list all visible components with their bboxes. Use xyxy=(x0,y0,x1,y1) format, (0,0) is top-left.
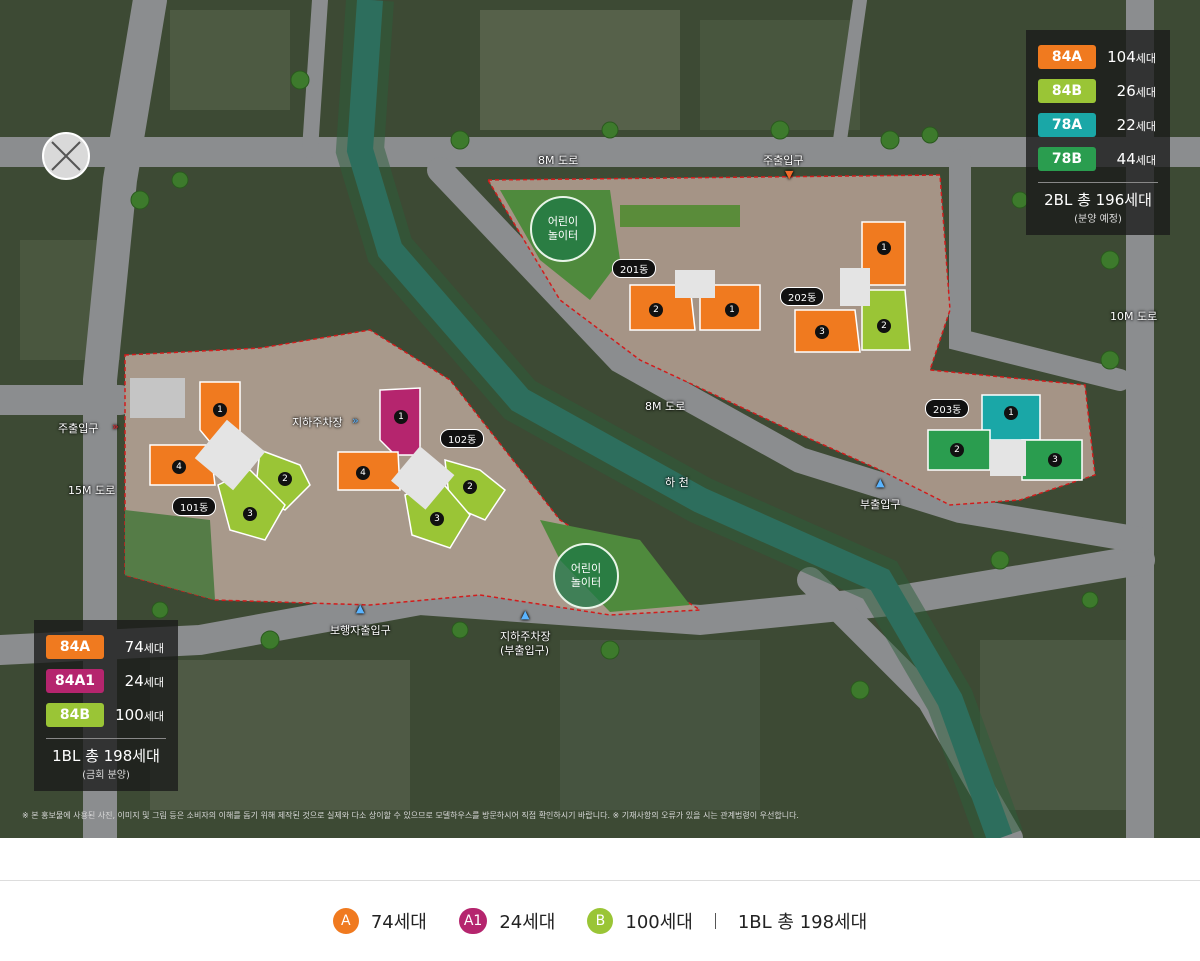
entrance-arrow-right-icon: » xyxy=(112,420,119,433)
legend-row: 78A 22세대 xyxy=(1038,108,1158,142)
unit-count: 24 xyxy=(124,672,144,690)
playground-top-marker: 어린이 놀이터 xyxy=(530,196,596,262)
legend-1bl: 84A 74세대 84A1 24세대 84B 100세대 1BL 총 198세대… xyxy=(34,620,178,791)
summary-total-text: 1BL 총 198세대 xyxy=(737,912,868,933)
unit-number-marker: 1 xyxy=(213,403,227,417)
unit-suffix: 세대 xyxy=(1135,52,1156,65)
unit-summary-bar: A 74세대 A1 24세대 B 100세대 1BL 총 198세대 xyxy=(0,880,1200,961)
summary-total: 1BL 총 198세대 xyxy=(738,908,867,934)
unit-number-marker: 2 xyxy=(278,472,292,486)
legend-row: 84A 104세대 xyxy=(1038,40,1158,74)
unit-count: 100 xyxy=(115,706,144,724)
legend-total-text: 1BL 총 198세대 xyxy=(52,747,160,765)
playground-label-line1: 어린이 xyxy=(570,562,602,575)
main-entrance-left-label: 주출입구 xyxy=(58,422,99,435)
unit-number-marker: 1 xyxy=(725,303,739,317)
unit-number-marker: 2 xyxy=(649,303,663,317)
building-202-label: 202동 xyxy=(780,287,825,306)
unit-number-marker: 3 xyxy=(243,507,257,521)
unit-suffix: 세대 xyxy=(143,710,164,723)
site-plan-drawing xyxy=(0,0,1200,838)
site-plan-map: 8M 도로 8M 도로 10M 도로 15M 도로 하 천 주출입구 ▼ 주출입… xyxy=(0,0,1200,838)
playground-label-line2: 놀이터 xyxy=(547,229,579,242)
unit-number-marker: 4 xyxy=(356,466,370,480)
unit-number-marker: 3 xyxy=(430,512,444,526)
entrance-arrow-up-icon: ▲ xyxy=(876,476,885,489)
unit-type-chip: 84A xyxy=(1038,45,1096,69)
legend-row: 78B 44세대 xyxy=(1038,142,1158,176)
unit-suffix: 세대 xyxy=(1135,154,1156,167)
main-entrance-top-label: 주출입구 xyxy=(763,154,804,167)
unit-number-marker: 1 xyxy=(877,241,891,255)
playground-label-line1: 어린이 xyxy=(547,215,579,228)
unit-number-marker: 1 xyxy=(1004,406,1018,420)
underground-arrow-up-icon: ▲ xyxy=(521,608,530,621)
summary-text: 100세대 xyxy=(625,912,693,933)
legend-row: 84B 26세대 xyxy=(1038,74,1158,108)
unit-number-marker: 2 xyxy=(877,319,891,333)
unit-count: 104 xyxy=(1107,48,1136,66)
legend-total: 2BL 총 196세대 (분양 예정) xyxy=(1038,182,1158,225)
building-203-label: 203동 xyxy=(925,399,970,418)
road-label-8m-mid: 8M 도로 xyxy=(645,400,686,413)
summary-badge: A1 xyxy=(458,908,488,934)
legend-row: 84A1 24세대 xyxy=(46,664,166,698)
legend-total: 1BL 총 198세대 (금회 분양) xyxy=(46,738,166,781)
unit-suffix: 세대 xyxy=(1135,86,1156,99)
entrance-arrow-down-icon: ▼ xyxy=(785,168,794,181)
parking-arrow-right-icon: » xyxy=(352,414,359,427)
road-label-10m: 10M 도로 xyxy=(1110,310,1158,323)
legend-total-text: 2BL 총 196세대 xyxy=(1044,191,1152,209)
playground-bottom-marker: 어린이 놀이터 xyxy=(553,543,619,609)
unit-count: 74 xyxy=(124,638,144,656)
unit-type-chip: 84B xyxy=(46,703,104,727)
legend-2bl: 84A 104세대 84B 26세대 78A 22세대 78B 44세대 2BL… xyxy=(1026,30,1170,235)
stream-label: 하 천 xyxy=(665,476,689,489)
underground-parking-label: 지하주차장 xyxy=(292,416,343,429)
summary-badge: B xyxy=(587,908,614,934)
road-label-8m-top: 8M 도로 xyxy=(538,154,579,167)
legend-row: 84A 74세대 xyxy=(46,630,166,664)
unit-type-chip: 84A1 xyxy=(46,669,104,693)
summary-badge: A xyxy=(332,908,359,934)
unit-type-chip: 78B xyxy=(1038,147,1096,171)
summary-text: 74세대 xyxy=(370,912,427,933)
legend-total-note: (금회 분양) xyxy=(82,770,130,781)
summary-text: 24세대 xyxy=(499,912,556,933)
pedestrian-entrance-label: 보행자출입구 xyxy=(330,624,391,637)
unit-type-chip: 84B xyxy=(1038,79,1096,103)
unit-number-marker: 2 xyxy=(463,480,477,494)
summary-divider xyxy=(714,913,716,929)
unit-type-chip: 78A xyxy=(1038,113,1096,137)
road-label-15m: 15M 도로 xyxy=(68,484,116,497)
unit-number-marker: 3 xyxy=(815,325,829,339)
summary-item: A 74세대 xyxy=(332,908,427,934)
playground-label-line2: 놀이터 xyxy=(570,576,602,589)
sub-entrance-label: 부출입구 xyxy=(860,498,901,511)
unit-suffix: 세대 xyxy=(143,642,164,655)
summary-item: A1 24세대 xyxy=(458,908,556,934)
unit-number-marker: 3 xyxy=(1048,453,1062,467)
unit-count: 44 xyxy=(1116,150,1136,168)
pedestrian-arrow-up-icon: ▲ xyxy=(356,602,365,615)
building-102-label: 102동 xyxy=(440,429,485,448)
unit-suffix: 세대 xyxy=(143,676,164,689)
disclaimer-notice: ※ 본 홍보물에 사용된 사진, 이미지 및 그림 등은 소비자의 이해를 돕기… xyxy=(22,811,799,820)
legend-row: 84B 100세대 xyxy=(46,698,166,732)
unit-type-chip: 84A xyxy=(46,635,104,659)
unit-number-marker: 4 xyxy=(172,460,186,474)
unit-count: 22 xyxy=(1116,116,1136,134)
underground-sub-entrance-label-line2: (부출입구) xyxy=(500,644,550,657)
unit-suffix: 세대 xyxy=(1135,120,1156,133)
building-201-label: 201동 xyxy=(612,259,657,278)
summary-item: B 100세대 xyxy=(587,908,693,934)
unit-number-marker: 2 xyxy=(950,443,964,457)
building-101-label: 101동 xyxy=(172,497,217,516)
unit-number-marker: 1 xyxy=(394,410,408,424)
legend-total-note: (분양 예정) xyxy=(1074,214,1122,225)
unit-count: 26 xyxy=(1116,82,1136,100)
north-compass-icon xyxy=(42,132,90,180)
